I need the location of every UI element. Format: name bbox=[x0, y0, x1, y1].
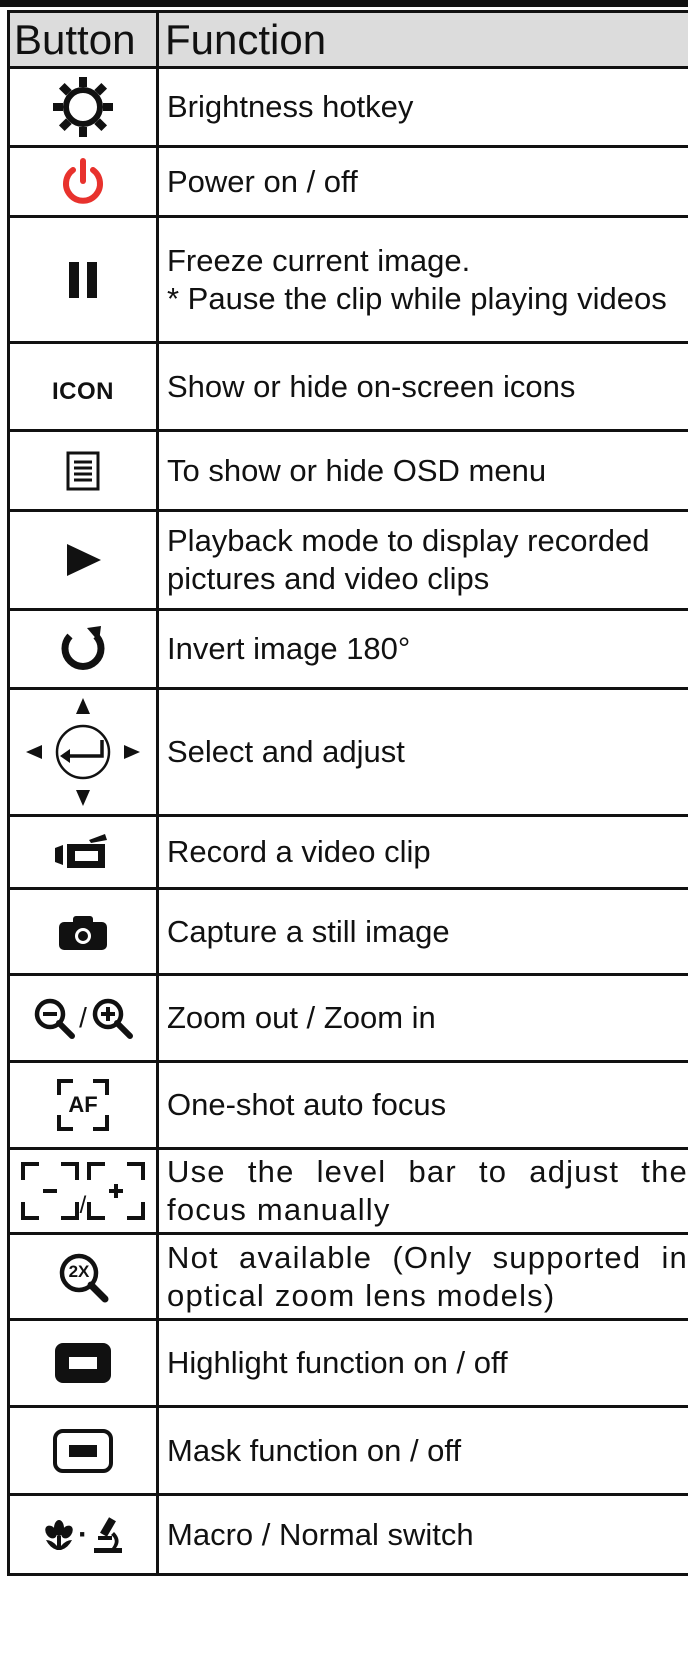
table-row: Brightness hotkey bbox=[7, 66, 688, 148]
function-text: Highlight function on / off bbox=[156, 1318, 688, 1408]
icon-cell bbox=[7, 509, 159, 611]
function-text: Not available (Only supported in optical… bbox=[156, 1232, 688, 1321]
power-icon bbox=[63, 157, 103, 204]
focus-minus-icon bbox=[20, 1162, 79, 1220]
table-row: / Use the level bar to adjust the focus … bbox=[7, 1147, 688, 1235]
top-rule bbox=[0, 0, 688, 7]
icon-cell bbox=[7, 887, 159, 976]
microscope-icon bbox=[94, 1516, 122, 1553]
icon-cell: ICON bbox=[7, 341, 159, 432]
header-button: Button bbox=[7, 10, 159, 69]
af-label: AF bbox=[68, 1092, 98, 1117]
table-row: Power on / off bbox=[7, 145, 688, 218]
zoom-in-icon bbox=[92, 998, 133, 1039]
video-camera-icon bbox=[55, 834, 107, 868]
zoom-out-icon bbox=[34, 998, 76, 1039]
table-row: Select and adjust bbox=[7, 687, 688, 817]
function-text: Power on / off bbox=[156, 145, 688, 218]
dpad-enter-icon bbox=[26, 698, 140, 806]
pause-icon bbox=[69, 261, 97, 298]
function-text: Select and adjust bbox=[156, 687, 688, 817]
macro-separator: · bbox=[78, 1517, 88, 1551]
table-row: / Zoom out / Zoom in bbox=[7, 973, 688, 1063]
icon-cell: / bbox=[7, 973, 159, 1063]
icon-cell bbox=[7, 66, 159, 148]
function-text: Capture a still image bbox=[156, 887, 688, 976]
function-text: Brightness hotkey bbox=[156, 66, 688, 148]
icon-cell: AF bbox=[7, 1060, 159, 1150]
function-text: Playback mode to display recorded pictur… bbox=[156, 509, 688, 611]
zoom-2x-icon: 2X bbox=[57, 1251, 109, 1303]
zoom-out-in-icon: / bbox=[32, 996, 134, 1040]
icon-cell bbox=[7, 608, 159, 690]
icon-cell: · bbox=[7, 1493, 159, 1576]
function-text: Macro / Normal switch bbox=[156, 1493, 688, 1576]
icon-cell bbox=[7, 145, 159, 218]
table-row: Record a video clip bbox=[7, 814, 688, 890]
focus-separator: / bbox=[79, 1192, 87, 1219]
icon-cell bbox=[7, 687, 159, 817]
header-function: Function bbox=[156, 10, 688, 69]
macro-flower-icon bbox=[45, 1519, 73, 1550]
icon-cell bbox=[7, 814, 159, 890]
table-row: Capture a still image bbox=[7, 887, 688, 976]
table-row: 2X Not available (Only supported in opti… bbox=[7, 1232, 688, 1321]
icon-cell: 2X bbox=[7, 1232, 159, 1321]
function-text: Zoom out / Zoom in bbox=[156, 973, 688, 1063]
macro-normal-icon: · bbox=[42, 1516, 124, 1554]
button-function-table: Button Function Brightness hotkey Power … bbox=[7, 10, 688, 1576]
table-row: Invert image 180° bbox=[7, 608, 688, 690]
icon-cell bbox=[7, 215, 159, 344]
table-row: Mask function on / off bbox=[7, 1405, 688, 1496]
focus-plus-icon bbox=[87, 1162, 146, 1220]
table-row: Freeze current image. * Pause the clip w… bbox=[7, 215, 688, 344]
icon-cell bbox=[7, 429, 159, 512]
table-row: Playback mode to display recorded pictur… bbox=[7, 509, 688, 611]
icon-text-icon: ICON bbox=[52, 377, 114, 405]
function-text: Freeze current image. * Pause the clip w… bbox=[156, 215, 688, 344]
icon-cell bbox=[7, 1405, 159, 1496]
function-text: Invert image 180° bbox=[156, 608, 688, 690]
menu-icon bbox=[66, 451, 100, 490]
function-text: Record a video clip bbox=[156, 814, 688, 890]
table-row: AF One-shot auto focus bbox=[7, 1060, 688, 1150]
autofocus-icon: AF bbox=[57, 1079, 109, 1131]
function-text: To show or hide OSD menu bbox=[156, 429, 688, 512]
rotate-icon bbox=[61, 626, 105, 670]
table-row: To show or hide OSD menu bbox=[7, 429, 688, 512]
table-row: · Macro / Normal switch bbox=[7, 1493, 688, 1576]
icon-cell: / bbox=[7, 1147, 159, 1235]
function-text: Mask function on / off bbox=[156, 1405, 688, 1496]
table-row: ICON Show or hide on-screen icons bbox=[7, 341, 688, 432]
table-row: Highlight function on / off bbox=[7, 1318, 688, 1408]
icon-cell bbox=[7, 1318, 159, 1408]
mask-icon bbox=[53, 1428, 113, 1473]
camera-icon bbox=[59, 915, 107, 950]
function-text: Use the level bar to adjust the focus ma… bbox=[156, 1147, 688, 1235]
highlight-icon bbox=[55, 1343, 111, 1383]
brightness-icon bbox=[53, 77, 113, 137]
zoom-2x-label: 2X bbox=[68, 1261, 90, 1281]
function-line-1: Freeze current image. bbox=[167, 242, 471, 278]
focus-minus-plus-icon: / bbox=[20, 1162, 146, 1220]
function-text: Show or hide on-screen icons bbox=[156, 341, 688, 432]
play-icon bbox=[67, 544, 101, 576]
zoom-separator: / bbox=[79, 1002, 87, 1033]
table-header: Button Function bbox=[7, 10, 688, 69]
function-text: One-shot auto focus bbox=[156, 1060, 688, 1150]
function-line-2: * Pause the clip while playing videos bbox=[167, 280, 667, 316]
